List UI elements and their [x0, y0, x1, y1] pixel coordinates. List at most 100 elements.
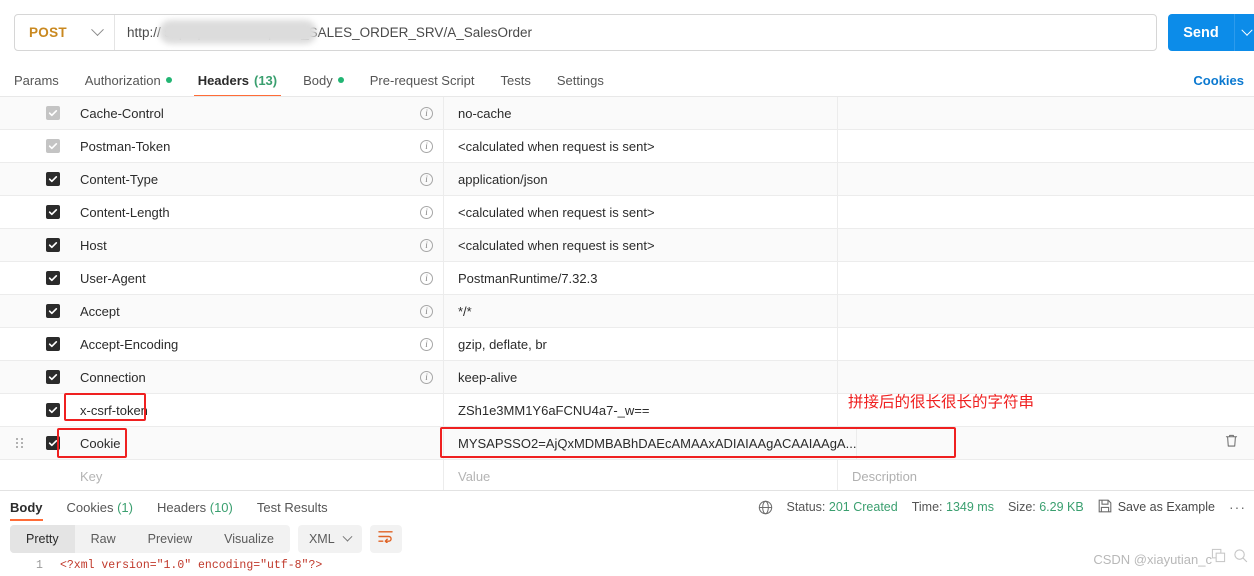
table-row[interactable]: Host i <calculated when request is sent>	[0, 229, 1254, 262]
view-mode-visualize[interactable]: Visualize	[208, 525, 290, 553]
info-icon[interactable]: i	[420, 337, 433, 351]
header-key-cell[interactable]: Accept i	[66, 295, 444, 327]
tab-headers[interactable]: Headers (13)	[185, 64, 290, 97]
send-button-group[interactable]: Send	[1168, 14, 1254, 51]
header-value-cell[interactable]: gzip, deflate, br	[444, 328, 838, 360]
view-mode-preview[interactable]: Preview	[132, 525, 208, 553]
response-tab-body[interactable]: Body	[10, 491, 55, 523]
drag-handle[interactable]	[0, 130, 40, 162]
drag-handle[interactable]	[0, 295, 40, 327]
info-icon[interactable]: i	[420, 271, 433, 285]
send-button[interactable]: Send	[1168, 14, 1234, 51]
header-description-cell[interactable]	[838, 97, 1254, 129]
header-value-cell[interactable]: application/json	[444, 163, 838, 195]
new-description-input[interactable]: Description	[838, 460, 1254, 492]
response-tab-cookies[interactable]: Cookies (1)	[55, 491, 145, 523]
drag-handle[interactable]	[0, 262, 40, 294]
tab-body[interactable]: Body	[290, 64, 357, 96]
header-value-cell[interactable]: <calculated when request is sent>	[444, 130, 838, 162]
header-key-cell[interactable]: x-csrf-token	[66, 394, 444, 426]
copy-icon[interactable]	[1211, 548, 1226, 568]
header-description-cell[interactable]	[838, 229, 1254, 261]
info-icon[interactable]: i	[420, 370, 433, 384]
header-key-cell[interactable]: Postman-Token i	[66, 130, 444, 162]
table-row[interactable]: Content-Length i <calculated when reques…	[0, 196, 1254, 229]
format-dropdown[interactable]: XML	[297, 525, 362, 553]
url-input-wrapper[interactable]: POST http:// sap/opu/odata/sap/API_SALES…	[14, 13, 1157, 51]
tab-pre-request-script[interactable]: Pre-request Script	[357, 64, 488, 96]
drag-handle[interactable]	[0, 97, 40, 129]
view-mode-raw[interactable]: Raw	[75, 525, 132, 553]
table-row[interactable]: Accept-Encoding i gzip, deflate, br	[0, 328, 1254, 361]
drag-handle[interactable]	[0, 328, 40, 360]
header-description-cell[interactable]	[838, 163, 1254, 195]
header-key-cell[interactable]: Cache-Control i	[66, 97, 444, 129]
tab-tests[interactable]: Tests	[488, 64, 544, 96]
header-value-cell[interactable]: <calculated when request is sent>	[444, 229, 838, 261]
table-row[interactable]: Accept i */*	[0, 295, 1254, 328]
save-as-example-button[interactable]: Save as Example	[1098, 499, 1215, 516]
header-value-cell[interactable]: no-cache	[444, 97, 838, 129]
view-mode-pretty[interactable]: Pretty	[10, 525, 75, 553]
header-description-cell[interactable]	[838, 361, 1254, 393]
row-checkbox[interactable]	[40, 361, 66, 393]
send-options-button[interactable]	[1234, 14, 1254, 51]
row-checkbox[interactable]	[40, 295, 66, 327]
drag-handle[interactable]	[0, 361, 40, 393]
header-value-cell[interactable]: MYSAPSSO2=AjQxMDMBABhDAEcAMAAxADIAIAAgAC…	[444, 427, 858, 459]
drag-handle[interactable]	[0, 394, 40, 426]
header-key-cell[interactable]: User-Agent i	[66, 262, 444, 294]
header-key-cell[interactable]: Content-Type i	[66, 163, 444, 195]
header-key-cell[interactable]: Content-Length i	[66, 196, 444, 228]
header-description-cell[interactable]	[838, 295, 1254, 327]
url-input[interactable]: http:// sap/opu/odata/sap/API_SALES_ORDE…	[115, 15, 1156, 50]
search-icon[interactable]	[1233, 548, 1248, 568]
header-key-cell[interactable]: Accept-Encoding i	[66, 328, 444, 360]
drag-handle[interactable]	[0, 427, 40, 459]
word-wrap-button[interactable]	[369, 525, 402, 553]
info-icon[interactable]: i	[420, 106, 433, 120]
delete-row-icon[interactable]	[1225, 434, 1238, 453]
row-checkbox[interactable]	[40, 163, 66, 195]
header-value-cell[interactable]: <calculated when request is sent>	[444, 196, 838, 228]
row-checkbox[interactable]	[40, 130, 66, 162]
header-key-cell[interactable]: Host i	[66, 229, 444, 261]
response-more-button[interactable]: ···	[1229, 499, 1246, 515]
tab-params[interactable]: Params	[14, 64, 72, 96]
table-row[interactable]: Content-Type i application/json	[0, 163, 1254, 196]
header-key-cell[interactable]: Connection i	[66, 361, 444, 393]
tab-authorization[interactable]: Authorization	[72, 64, 185, 96]
info-icon[interactable]: i	[420, 172, 433, 186]
header-key-cell[interactable]: Cookie	[66, 427, 444, 459]
row-checkbox[interactable]	[40, 229, 66, 261]
row-checkbox[interactable]	[40, 262, 66, 294]
new-key-input[interactable]: Key	[66, 460, 444, 492]
row-checkbox[interactable]	[40, 427, 66, 459]
table-row[interactable]: Postman-Token i <calculated when request…	[0, 130, 1254, 163]
header-description-cell[interactable]	[838, 196, 1254, 228]
response-tab-headers[interactable]: Headers (10)	[145, 491, 245, 523]
header-description-cell[interactable]	[838, 130, 1254, 162]
header-value-cell[interactable]: ZSh1e3MM1Y6aFCNU4a7-_w==	[444, 394, 838, 426]
table-row[interactable]: Cookie MYSAPSSO2=AjQxMDMBABhDAEcAMAAxADI…	[0, 427, 1254, 460]
table-row-placeholder[interactable]: Key Value Description	[0, 460, 1254, 493]
row-checkbox[interactable]	[40, 196, 66, 228]
info-icon[interactable]: i	[420, 139, 433, 153]
drag-handle[interactable]	[0, 196, 40, 228]
header-value-cell[interactable]: keep-alive	[444, 361, 838, 393]
row-checkbox[interactable]	[40, 328, 66, 360]
info-icon[interactable]: i	[420, 205, 433, 219]
response-tab-test-results[interactable]: Test Results	[245, 491, 340, 523]
cookies-link[interactable]: Cookies	[1193, 64, 1244, 96]
row-checkbox[interactable]	[40, 394, 66, 426]
table-row[interactable]: User-Agent i PostmanRuntime/7.32.3	[0, 262, 1254, 295]
new-value-input[interactable]: Value	[444, 460, 838, 492]
response-body-preview[interactable]: 1 <?xml version="1.0" encoding="utf-8"?>	[0, 557, 1254, 576]
info-icon[interactable]: i	[420, 304, 433, 318]
table-row[interactable]: x-csrf-token ZSh1e3MM1Y6aFCNU4a7-_w==	[0, 394, 1254, 427]
table-row[interactable]: Connection i keep-alive	[0, 361, 1254, 394]
header-description-cell[interactable]	[838, 328, 1254, 360]
header-value-cell[interactable]: */*	[444, 295, 838, 327]
header-description-cell[interactable]	[838, 262, 1254, 294]
info-icon[interactable]: i	[420, 238, 433, 252]
